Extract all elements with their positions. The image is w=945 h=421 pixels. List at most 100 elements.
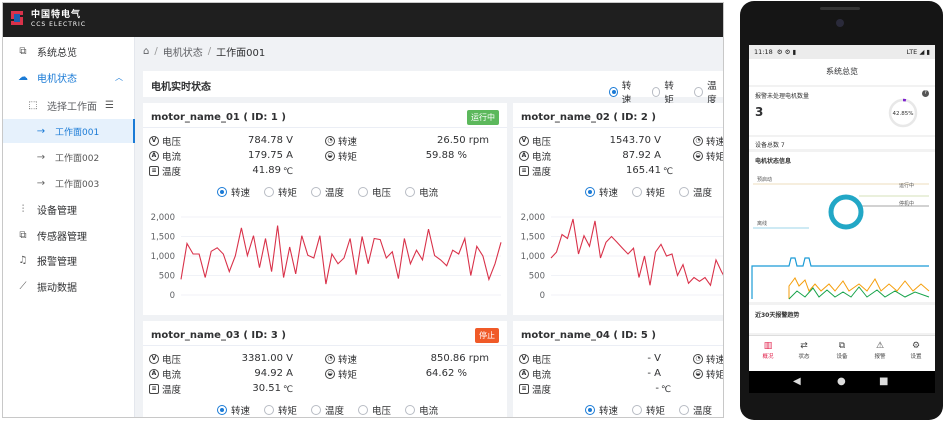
temperature-icon: ≡ bbox=[519, 166, 529, 176]
current-icon: A bbox=[519, 151, 529, 161]
section-title: 电机状态信息 bbox=[755, 158, 792, 165]
current-icon: A bbox=[519, 369, 529, 379]
status-time: 11:18 bbox=[754, 48, 773, 56]
radio-speed[interactable]: 转速 bbox=[217, 185, 250, 199]
radio-temperature[interactable]: 温度 bbox=[679, 403, 712, 417]
motor-title: motor_name_03 ( ID: 3 ) bbox=[151, 330, 286, 341]
home-icon[interactable]: ⌂ bbox=[143, 46, 149, 57]
legend-startup: 预启动 bbox=[757, 177, 773, 183]
speed-label: ◔ 转速 bbox=[693, 352, 723, 366]
arrow-right-icon: → bbox=[36, 125, 46, 137]
back-icon[interactable]: ◀ bbox=[793, 376, 801, 387]
sidebar-item-alarm-management[interactable]: ♫ 报警管理 bbox=[3, 248, 135, 272]
voltage-label: V 电压 bbox=[519, 134, 551, 148]
y-tick-label: 1,000 bbox=[521, 252, 545, 262]
tab-overview[interactable]: ▥ 概况 bbox=[753, 340, 783, 360]
radio-torque[interactable]: 转矩 bbox=[651, 78, 681, 106]
sidebar-item-face002[interactable]: → 工作面002 bbox=[3, 145, 135, 169]
speedometer-icon: ◔ bbox=[693, 354, 703, 364]
speed-value: 26.50 rpm bbox=[436, 135, 489, 146]
breadcrumb-item[interactable]: 电机状态 bbox=[163, 44, 203, 59]
temp-label: ≡ 温度 bbox=[149, 382, 181, 396]
sidebar: ⧉ 系统总览 ☁ 电机状态 ︿ ⬚ 选择工作面 ☰ → 工作面001 → 工作面… bbox=[3, 37, 135, 417]
sidebar-item-face001[interactable]: → 工作面001 bbox=[3, 119, 135, 143]
radio-temperature[interactable]: 温度 bbox=[311, 185, 344, 199]
speedometer-icon: ◔ bbox=[693, 136, 703, 146]
motor-card-4: motor_name_04 ( ID: 5 ) V 电压 - V A 电流 - A … bbox=[513, 321, 723, 417]
radio-voltage[interactable]: 电压 bbox=[358, 185, 391, 199]
y-tick-label: 0 bbox=[540, 291, 545, 301]
menu-icon[interactable]: ☰ bbox=[105, 100, 114, 111]
device-total: 设备总数 7 bbox=[755, 142, 785, 149]
speed-line-chart: 2,000 1,500 1,000 500 0 bbox=[151, 213, 502, 301]
alarm-trend-card: 近30天报警趋势 bbox=[749, 305, 935, 333]
radio-current[interactable]: 电流 bbox=[405, 185, 438, 199]
radio-speed[interactable]: 转速 bbox=[217, 403, 250, 417]
logo-text: 中国特电气 bbox=[31, 10, 82, 20]
sidebar-item-motor-status[interactable]: ☁ 电机状态 ︿ bbox=[3, 65, 135, 89]
trend-icon: ⟋ bbox=[19, 280, 27, 292]
breadcrumb: ⌂ / 电机状态 / 工作面001 bbox=[143, 44, 266, 59]
radio-torque[interactable]: 转矩 bbox=[264, 403, 297, 417]
page-title: 电机实时状态 bbox=[151, 82, 211, 93]
temp-value: - bbox=[655, 383, 659, 394]
motor-card-3: motor_name_03 ( ID: 3 ) 停止 V 电压 3381.00 V… bbox=[143, 321, 507, 417]
status-info-card: 电机状态信息 预启动 运行中 停机中 离线 bbox=[749, 152, 935, 302]
tab-alarm[interactable]: ⚠ 报警 bbox=[865, 340, 895, 360]
recents-icon[interactable]: ■ bbox=[879, 376, 888, 387]
sidebar-item-label: 工作面002 bbox=[55, 153, 100, 164]
tab-device[interactable]: ⧉ 设备 bbox=[827, 340, 857, 360]
select-icon: ⬚ bbox=[28, 99, 38, 111]
radio-torque[interactable]: 转矩 bbox=[632, 185, 665, 199]
motor-title: motor_name_02 ( ID: 2 ) bbox=[521, 112, 656, 123]
radio-speed[interactable]: 转速 bbox=[585, 185, 618, 199]
help-icon[interactable]: ? bbox=[922, 90, 929, 97]
legend-running: 运行中 bbox=[899, 183, 915, 189]
sidebar-item-select-face[interactable]: ⬚ 选择工作面 ☰ bbox=[3, 93, 135, 117]
bell-icon: ♫ bbox=[18, 254, 28, 266]
current-value: - A bbox=[647, 368, 661, 379]
radio-torque[interactable]: 转矩 bbox=[264, 185, 297, 199]
sidebar-item-overview[interactable]: ⧉ 系统总览 bbox=[3, 39, 135, 63]
voltage-icon: V bbox=[519, 354, 529, 364]
sidebar-item-face003[interactable]: → 工作面003 bbox=[3, 171, 135, 195]
home-icon[interactable]: ● bbox=[837, 376, 846, 387]
y-tick-label: 500 bbox=[529, 272, 545, 282]
radio-temperature[interactable]: 温度 bbox=[311, 403, 344, 417]
radio-torque[interactable]: 转矩 bbox=[632, 403, 665, 417]
temperature-icon: ≡ bbox=[519, 384, 529, 394]
radio-current[interactable]: 电流 bbox=[405, 403, 438, 417]
current-value: 87.92 A bbox=[622, 150, 661, 161]
sidebar-item-label: 振动数据 bbox=[37, 282, 77, 294]
hierarchy-icon: ⧉ bbox=[19, 229, 27, 241]
y-tick-label: 1,500 bbox=[151, 233, 175, 243]
arrow-right-icon: → bbox=[36, 177, 46, 189]
speed-label: ◔ 转速 bbox=[325, 134, 357, 148]
radio-speed[interactable]: 转速 bbox=[585, 403, 618, 417]
y-tick-label: 2,000 bbox=[521, 213, 545, 223]
radio-speed[interactable]: 转速 bbox=[609, 78, 638, 106]
top-bar: 中国特电气 CCS ELECTRIC bbox=[3, 3, 723, 37]
y-tick-label: 2,000 bbox=[151, 213, 175, 223]
sidebar-item-sensor-management[interactable]: ⧉ 传感器管理 bbox=[3, 223, 135, 247]
radio-temperature[interactable]: 温度 bbox=[694, 78, 723, 106]
speed-line-chart: 2,000 1,500 1,000 500 0 bbox=[521, 213, 723, 301]
card-metric-radio-group: 转速 转矩 温度 电压 电流 bbox=[217, 185, 448, 199]
voltage-icon: V bbox=[149, 354, 159, 364]
sidebar-item-label: 报警管理 bbox=[37, 256, 77, 268]
temp-label: ≡ 温度 bbox=[519, 164, 551, 178]
sidebar-item-label: 电机状态 bbox=[37, 73, 77, 85]
tab-status[interactable]: ⇄ 状态 bbox=[789, 340, 819, 360]
sidebar-item-label: 选择工作面 bbox=[47, 101, 97, 113]
logo-subtext: CCS ELECTRIC bbox=[31, 21, 87, 28]
radio-temperature[interactable]: 温度 bbox=[679, 185, 712, 199]
sliders-icon: ⫶ bbox=[21, 203, 25, 215]
voltage-label: V 电压 bbox=[149, 352, 181, 366]
tab-settings[interactable]: ⚙ 设置 bbox=[901, 340, 931, 360]
radio-voltage[interactable]: 电压 bbox=[358, 403, 391, 417]
torque-label: ◒ 转矩 bbox=[693, 149, 723, 163]
temp-unit: ℃ bbox=[283, 385, 294, 395]
legend-offline: 离线 bbox=[757, 221, 768, 227]
sidebar-item-device-management[interactable]: ⫶ 设备管理 bbox=[3, 197, 135, 221]
sidebar-item-vibration-data[interactable]: ⟋ 振动数据 bbox=[3, 274, 135, 298]
